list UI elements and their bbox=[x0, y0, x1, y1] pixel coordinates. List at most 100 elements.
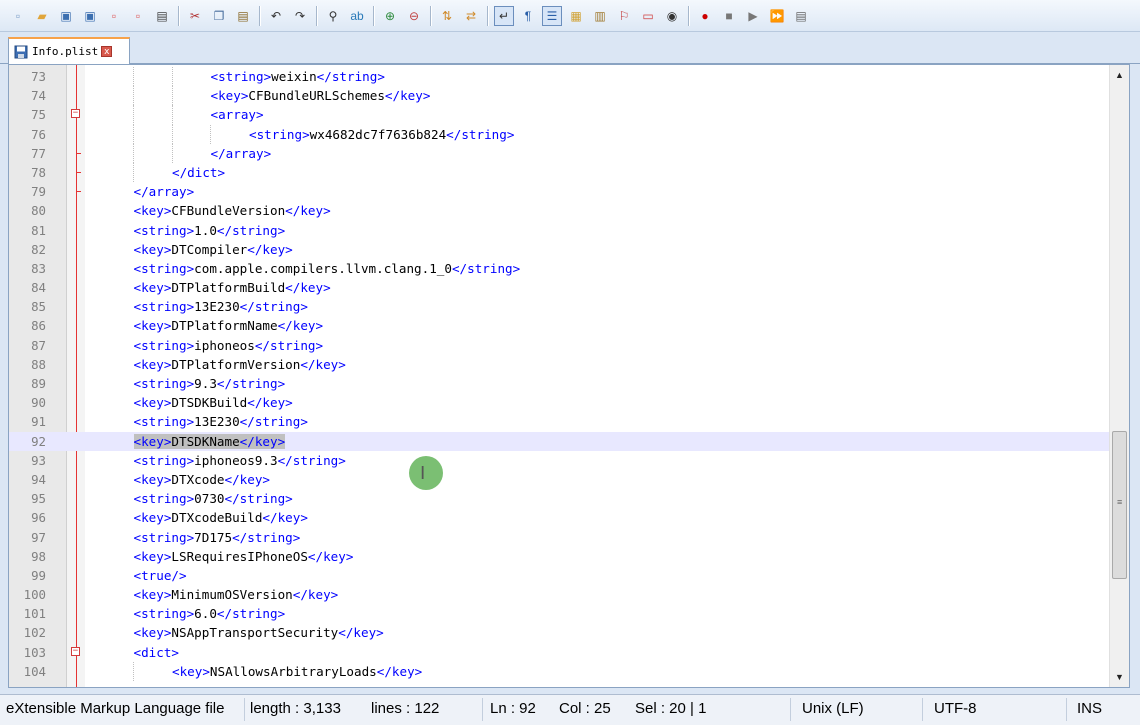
sync-horizontal-icon[interactable]: ⇄ bbox=[461, 6, 481, 26]
indent-guide bbox=[171, 124, 174, 144]
scroll-down-arrow-icon[interactable]: ▼ bbox=[1110, 669, 1129, 685]
new-file-icon[interactable]: ▫ bbox=[8, 6, 28, 26]
xml-tag: <key> bbox=[133, 471, 172, 487]
vertical-scrollbar[interactable]: ▲ ≡ ▼ bbox=[1109, 65, 1129, 687]
stop-record-icon[interactable]: ■ bbox=[719, 6, 739, 26]
xml-tag: <string> bbox=[133, 260, 195, 276]
fold-toggle-icon[interactable]: − bbox=[71, 109, 80, 119]
code-editor[interactable]: 73 <string>weixin</string> 74 <key>CFBundle… bbox=[8, 64, 1130, 688]
save-icon[interactable]: ▣ bbox=[56, 6, 76, 26]
line-number: 87 bbox=[31, 337, 46, 353]
code-text: <string>iphoneos</string> bbox=[134, 336, 324, 355]
close-icon[interactable]: x bbox=[101, 46, 113, 57]
show-all-characters-icon[interactable]: ¶ bbox=[518, 6, 538, 26]
xml-tag: </key> bbox=[292, 587, 339, 603]
code-line[interactable]: 98 <key>LSRequiresIPhoneOS</key> bbox=[9, 547, 1110, 566]
toolbar-separator bbox=[178, 5, 179, 26]
xml-tag: </string> bbox=[316, 69, 385, 84]
code-line[interactable]: 100 <key>MinimumOSVersion</key> bbox=[9, 585, 1110, 604]
code-line[interactable]: 77 </array> bbox=[9, 143, 1110, 163]
copy-icon[interactable]: ❐ bbox=[209, 6, 229, 26]
save-all-icon[interactable]: ▣ bbox=[80, 6, 100, 26]
xml-tag: <string> bbox=[133, 491, 195, 507]
monitor-icon[interactable]: ◉ bbox=[662, 6, 682, 26]
code-line[interactable]: 78 </dict> bbox=[9, 162, 1110, 183]
xml-text: 0730 bbox=[194, 491, 225, 507]
close-all-icon[interactable]: ▫ bbox=[128, 6, 148, 26]
code-text: <string>com.apple.compilers.llvm.clang.1… bbox=[134, 259, 521, 278]
code-line[interactable]: 97 <string>7D175</string> bbox=[9, 528, 1110, 547]
xml-tag: <string> bbox=[133, 606, 195, 622]
play-multiple-icon[interactable]: ⏩ bbox=[767, 6, 787, 26]
print-icon[interactable]: ▤ bbox=[152, 6, 172, 26]
line-number: 82 bbox=[31, 241, 46, 257]
save-macro-icon[interactable]: ▤ bbox=[791, 6, 811, 26]
code-line[interactable]: 88 <key>DTPlatformVersion</key> bbox=[9, 355, 1110, 374]
xml-tag: </key> bbox=[376, 663, 423, 679]
code-line[interactable]: 102 <key>NSAppTransportSecurity</key> bbox=[9, 623, 1110, 642]
code-line[interactable]: 86 <key>DTPlatformName</key> bbox=[9, 316, 1110, 335]
code-line[interactable]: 75 − <array> bbox=[9, 105, 1110, 125]
code-line[interactable]: 82 <key>DTCompiler</key> bbox=[9, 240, 1110, 259]
code-line[interactable]: 92 <key>DTSDKName</key> bbox=[9, 431, 1110, 451]
xml-tag: <string> bbox=[133, 222, 195, 238]
scrollbar-thumb[interactable]: ≡ bbox=[1112, 431, 1127, 579]
code-line[interactable]: 87 <string>iphoneos</string> bbox=[9, 336, 1110, 355]
word-wrap-icon[interactable]: ↵ bbox=[494, 5, 514, 26]
paste-icon[interactable]: ▤ bbox=[233, 6, 253, 26]
cut-icon[interactable]: ✂ bbox=[185, 6, 205, 26]
code-line[interactable]: 73 <string>weixin</string> bbox=[9, 67, 1110, 87]
xml-tag: </string> bbox=[277, 452, 346, 468]
code-line[interactable]: 85 <string>13E230</string> bbox=[9, 297, 1110, 316]
indent-guide-icon[interactable]: ☰ bbox=[542, 5, 562, 26]
tab-info-plist[interactable]: Info.plist x bbox=[8, 37, 130, 64]
line-number: 75 bbox=[31, 107, 46, 123]
document-map-icon[interactable]: ⚐ bbox=[614, 6, 634, 26]
code-line[interactable]: 95 <string>0730</string> bbox=[9, 489, 1110, 508]
code-line[interactable]: 79 </array> bbox=[9, 182, 1110, 201]
code-line[interactable]: 96 <key>DTXcodeBuild</key> bbox=[9, 508, 1110, 527]
play-macro-icon[interactable]: ▶ bbox=[743, 6, 763, 26]
xml-tag: </string> bbox=[216, 606, 286, 622]
code-line[interactable]: 94 <key>DTXcode</key> bbox=[9, 470, 1110, 489]
line-number: 95 bbox=[31, 491, 46, 507]
undo-icon[interactable]: ↶ bbox=[266, 6, 286, 26]
user-language-icon[interactable]: ▦ bbox=[566, 6, 586, 26]
code-line[interactable]: 101 <string>6.0</string> bbox=[9, 604, 1110, 623]
sync-vertical-icon[interactable]: ⇅ bbox=[437, 6, 457, 26]
code-line[interactable]: 80 <key>CFBundleVersion</key> bbox=[9, 201, 1110, 220]
fold-toggle-icon[interactable]: − bbox=[71, 646, 80, 656]
code-line[interactable]: 104 <key>NSAllowsArbitraryLoads</key> bbox=[9, 661, 1110, 681]
code-line[interactable]: 93 <string>iphoneos9.3</string> bbox=[9, 451, 1110, 470]
zoom-in-icon[interactable]: ⊕ bbox=[380, 6, 400, 26]
function-list-icon[interactable]: ▥ bbox=[590, 6, 610, 26]
line-number: 86 bbox=[31, 318, 46, 334]
code-line[interactable]: 91 <string>13E230</string> bbox=[9, 412, 1110, 431]
zoom-out-icon[interactable]: ⊖ bbox=[404, 6, 424, 26]
code-line[interactable]: 89 <string>9.3</string> bbox=[9, 374, 1110, 393]
code-line[interactable]: 103 − <dict> bbox=[9, 643, 1110, 662]
scroll-up-arrow-icon[interactable]: ▲ bbox=[1110, 67, 1129, 83]
code-line[interactable]: 81 <string>1.0</string> bbox=[9, 221, 1110, 240]
xml-text: DTSDKBuild bbox=[171, 395, 248, 411]
code-line[interactable]: 90 <key>DTSDKBuild</key> bbox=[9, 393, 1110, 412]
close-file-icon[interactable]: ▫ bbox=[104, 6, 124, 26]
record-macro-icon[interactable]: ● bbox=[695, 6, 715, 26]
code-line[interactable]: 74 <key>CFBundleURLSchemes</key> bbox=[9, 86, 1110, 106]
code-line[interactable]: 83 <string>com.apple.compilers.llvm.clang… bbox=[9, 259, 1110, 278]
find-icon[interactable]: ⚲ bbox=[323, 6, 343, 26]
folder-workspace-icon[interactable]: ▭ bbox=[638, 6, 658, 26]
code-line[interactable]: 76 <string>wx4682dc7f7636b824</string> bbox=[9, 124, 1110, 144]
scrollbar-grip-icon: ≡ bbox=[1117, 497, 1123, 507]
code-text: <string>1.0</string> bbox=[134, 221, 286, 240]
status-divider bbox=[244, 698, 245, 721]
redo-icon[interactable]: ↷ bbox=[290, 6, 310, 26]
code-text: <key>NSAllowsArbitraryLoads</key> bbox=[172, 662, 422, 681]
open-file-icon[interactable]: ▰ bbox=[32, 6, 52, 26]
replace-icon[interactable]: ab bbox=[347, 6, 367, 26]
code-line[interactable]: 99 <true/> bbox=[9, 566, 1110, 585]
xml-text: com.apple.compilers.llvm.clang.1_0 bbox=[194, 260, 452, 276]
xml-text: 13E230 bbox=[194, 299, 240, 315]
xml-text: DTSDKName bbox=[171, 433, 240, 449]
code-line[interactable]: 84 <key>DTPlatformBuild</key> bbox=[9, 278, 1110, 297]
